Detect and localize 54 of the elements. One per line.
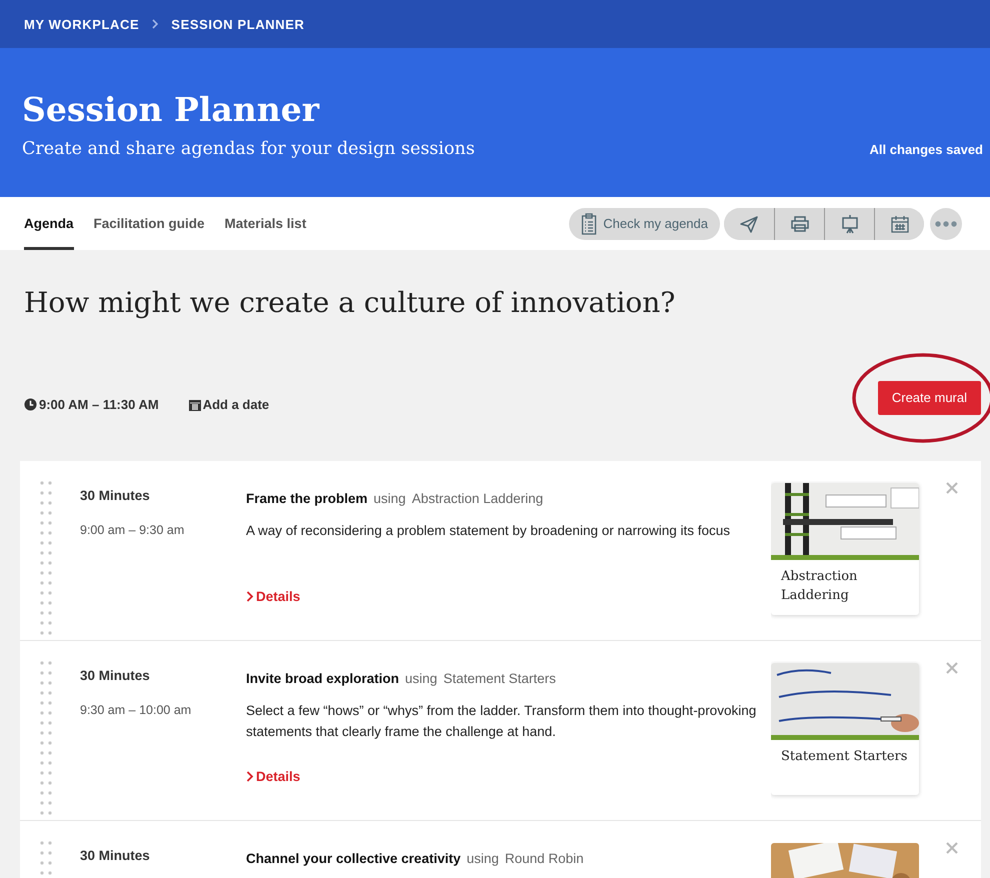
- activity-title: Channel your collective creativity: [246, 851, 461, 866]
- calendar-button[interactable]: [874, 208, 924, 240]
- breadcrumb-link[interactable]: SESSION PLANNER: [171, 16, 305, 32]
- chevron-right-icon: [151, 19, 160, 29]
- card-title: Statement Starters: [781, 748, 908, 766]
- tab[interactable]: Materials list: [224, 197, 306, 250]
- close-icon: [945, 661, 959, 675]
- close-button[interactable]: [945, 481, 959, 495]
- using-label: using: [374, 491, 406, 506]
- send-icon: [739, 214, 759, 234]
- details-link[interactable]: Details: [246, 589, 300, 604]
- card-title: Abstraction Laddering: [781, 568, 858, 605]
- using-label: using: [405, 671, 438, 686]
- using-label: using: [466, 851, 499, 866]
- activity-duration: 30 Minutes: [80, 487, 151, 503]
- breadcrumb-link[interactable]: MY WORKPLACE: [24, 16, 140, 32]
- session-question: How might we create a culture of innovation?: [23, 285, 676, 321]
- printer-icon: [790, 214, 810, 234]
- check-agenda-button[interactable]: Check my agenda: [569, 208, 720, 240]
- chevron-right-icon: [246, 771, 254, 782]
- more-icon: [935, 220, 957, 226]
- method-name: Abstraction Laddering: [412, 491, 544, 506]
- activity-time: 9:30 am – 10:00 am: [80, 703, 192, 717]
- save-status: All changes saved: [870, 142, 983, 159]
- more-button[interactable]: [930, 208, 962, 240]
- page-subtitle: Create and share agendas for your design sessions: [22, 139, 475, 159]
- calendar-icon: [188, 398, 201, 410]
- close-icon: [945, 481, 959, 495]
- method-card[interactable]: Abstraction Laddering: [771, 483, 919, 615]
- activity-title: Frame the problem: [246, 491, 368, 506]
- page-title: Session Planner: [22, 90, 320, 129]
- chevron-right-icon: [246, 591, 254, 602]
- add-date-link[interactable]: Add a date: [188, 397, 270, 412]
- method-name: Statement Starters: [443, 671, 556, 686]
- close-button[interactable]: [945, 841, 959, 855]
- close-icon: [945, 841, 959, 855]
- tab[interactable]: Agenda: [24, 197, 74, 250]
- activity-time: 9:00 am – 9:30 am: [80, 523, 186, 537]
- activity-duration: 30 Minutes: [80, 847, 151, 863]
- calendar-icon: [890, 214, 910, 234]
- create-mural-button[interactable]: Create mural: [878, 380, 981, 414]
- clock-icon: [24, 398, 37, 411]
- close-button[interactable]: [945, 661, 959, 675]
- activity-duration: 30 Minutes: [80, 667, 151, 683]
- details-link[interactable]: Details: [246, 769, 300, 784]
- method-name: Round Robin: [504, 851, 584, 866]
- session-time: 9:00 AM – 11:30 AM: [39, 397, 159, 412]
- clipboard-icon: [581, 212, 598, 234]
- method-card[interactable]: Statement Starters: [771, 663, 919, 795]
- activity-title: Invite broad exploration: [246, 671, 400, 686]
- activity-description: Select a few “hows” or “whys” from the ladder. Transform them into thought-provoking statements that clearly frame the challenge at hand.: [246, 702, 758, 741]
- presentation-icon: [840, 214, 860, 234]
- activity-description: A way of reconsidering a problem statement by broadening or narrowing its focus: [246, 522, 732, 540]
- tab[interactable]: Facilitation guide: [94, 197, 205, 250]
